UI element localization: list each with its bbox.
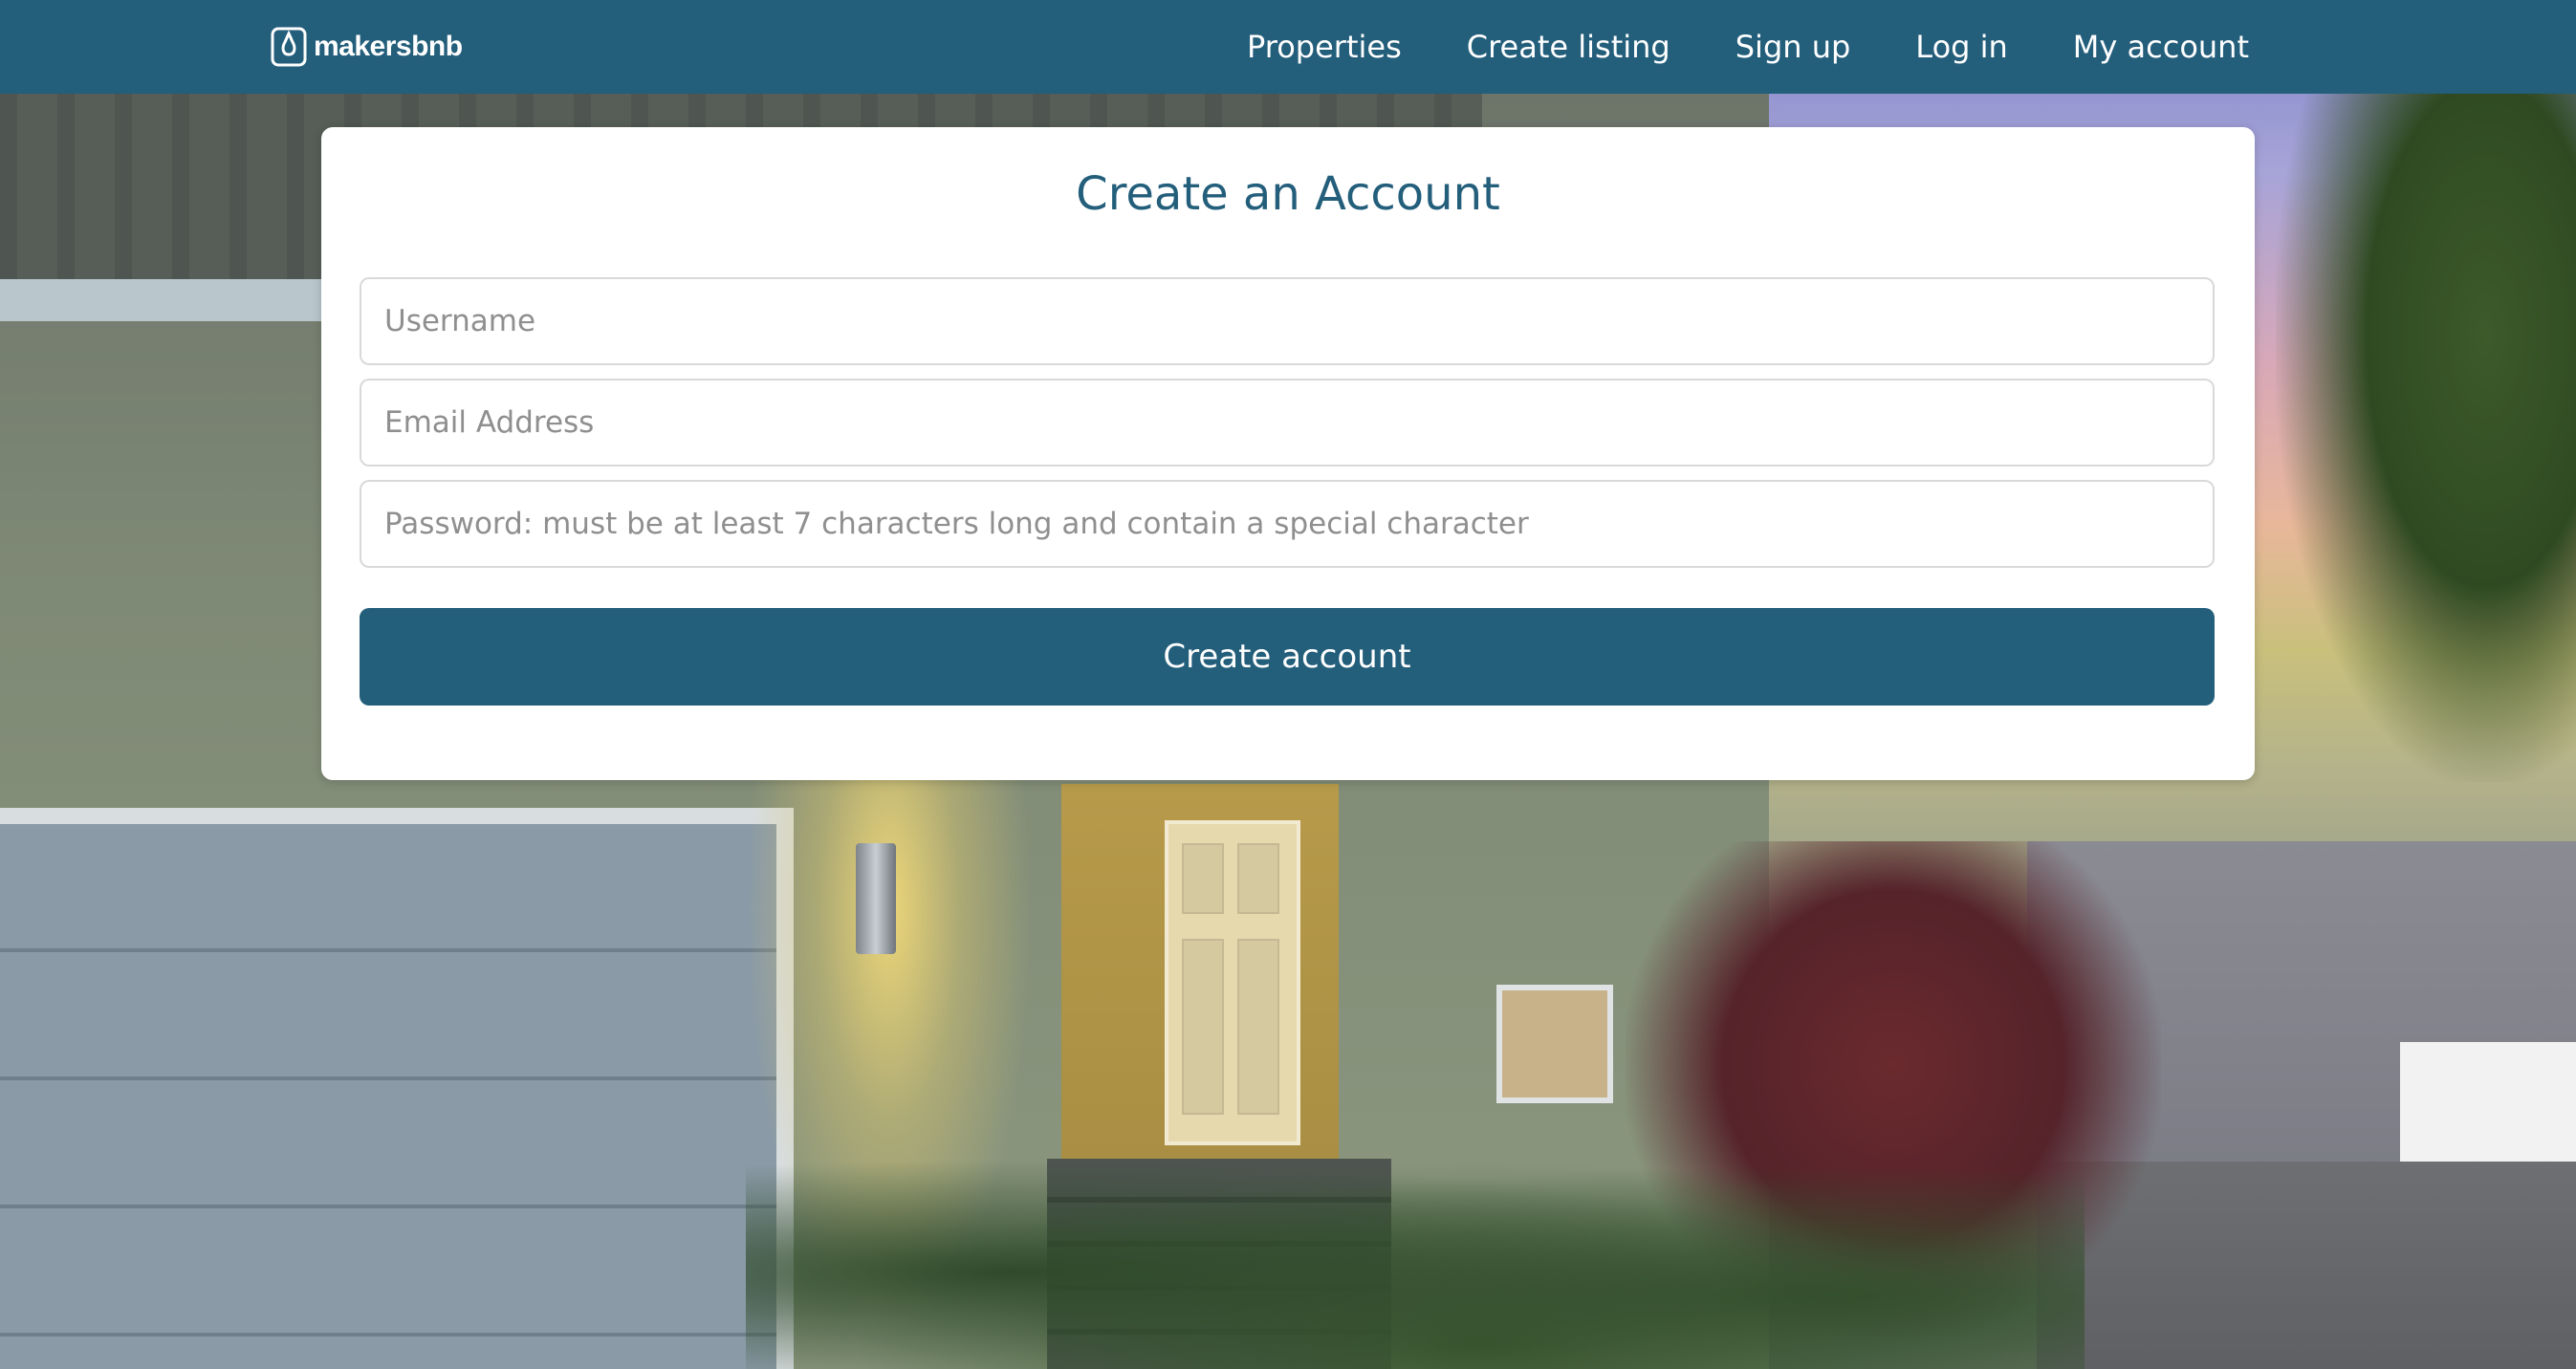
navbar: makersbnb Properties Create listing Sign… [0,0,2576,94]
nav-create-listing[interactable]: Create listing [1467,29,1670,65]
neighbor-garage [2400,1042,2576,1166]
wall-lamp [856,843,896,954]
page-title: Create an Account [1076,167,1500,221]
garage-door [0,824,776,1369]
door-panel [1182,939,1224,1115]
email-input[interactable] [360,379,2215,467]
username-input[interactable] [360,277,2215,365]
nav-properties[interactable]: Properties [1247,29,1402,65]
door-panel [1237,939,1279,1115]
brand-link[interactable]: makersbnb [270,25,463,69]
bnb-logo-icon [271,27,307,67]
nav-links: Properties Create listing Sign up Log in… [1247,0,2249,94]
nav-log-in[interactable]: Log in [1915,29,2008,65]
password-input[interactable] [360,480,2215,568]
nav-sign-up[interactable]: Sign up [1736,29,1851,65]
create-account-card: Create an Account Create account [321,127,2255,780]
page: makersbnb Properties Create listing Sign… [0,0,2576,1369]
front-door [1165,820,1300,1145]
shrubs [746,1128,2085,1369]
door-panel [1182,843,1224,914]
small-window [1496,985,1613,1103]
door-panel [1237,843,1279,914]
brand-name: makersbnb [314,31,463,62]
eave [0,279,325,321]
nav-my-account[interactable]: My account [2073,29,2249,65]
create-account-button[interactable]: Create account [360,608,2215,706]
tree-foliage-right [2276,94,2576,782]
